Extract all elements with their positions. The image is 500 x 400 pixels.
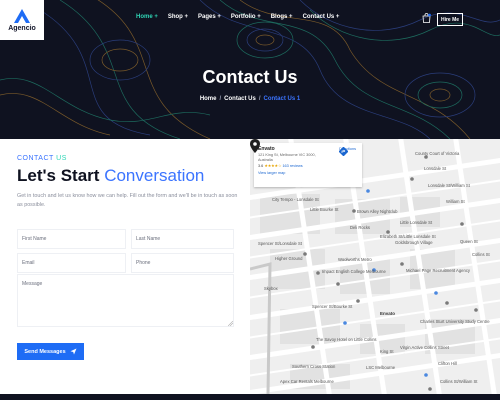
map-label: County Court of Victoria [415, 151, 460, 156]
heading-part-1: Let's Start [17, 166, 105, 185]
map-label: Lonsdale St [424, 166, 447, 171]
map-label: The Savoy Hotel on Little Collins [316, 337, 377, 342]
directions-button[interactable]: Directions [339, 147, 356, 156]
map-label: Goldsbrough Village [395, 240, 433, 245]
map-label: Collins St/William St [440, 379, 478, 384]
map-label: Brown Alley Nightclub [357, 209, 398, 214]
brand-name: Agencio [8, 25, 36, 32]
map-label: Little Lonsdale St [400, 220, 433, 225]
map-label: Collins St [472, 252, 490, 257]
map-label: Virgin Active Collins Street [400, 345, 450, 350]
pin-label: Envato [380, 311, 396, 316]
map-label: Lonsdale St/William St [428, 183, 470, 188]
map-label: Southern Cross Station [292, 364, 336, 369]
eyebrow-part-1: CONTACT [17, 155, 54, 162]
breadcrumb-separator: / [219, 96, 222, 102]
nav-item-contact[interactable]: Contact Us + [303, 14, 340, 20]
breadcrumb-current: Contact Us 1 [263, 96, 301, 102]
section-eyebrow: CONTACT US [17, 155, 67, 162]
resize-handle-icon[interactable] [228, 321, 233, 326]
nav-item-shop[interactable]: Shop + [168, 14, 188, 20]
shopping-bag-icon[interactable] [422, 13, 431, 23]
first-name-field[interactable]: First Name [17, 229, 126, 249]
heading-accent: Conversation [104, 166, 205, 185]
map-label: Queen St [460, 239, 478, 244]
view-larger-map-link[interactable]: View larger map [258, 171, 358, 175]
map-label: Impact English College Melbourne [322, 269, 386, 274]
map-label: Higher Ground [275, 256, 303, 261]
intro-text: Get in touch and let us know how we can … [17, 193, 238, 208]
hire-me-button[interactable]: Hire Me [437, 13, 463, 26]
map-label: Elizabeth St/Little Lonsdale St [380, 234, 436, 239]
nav-item-home[interactable]: Home + [136, 14, 158, 20]
map-label: King St [380, 349, 394, 354]
eyebrow-part-2: US [53, 155, 67, 162]
rating-value: 3.6 [258, 164, 264, 169]
map-label: Michael Page Recruitment Agency [406, 268, 471, 273]
phone-field[interactable]: Phone [131, 253, 234, 273]
breadcrumb-separator: / [258, 96, 261, 102]
map-label: Skybox [264, 286, 278, 291]
brand-logo[interactable]: Agencio [0, 0, 44, 40]
message-field[interactable]: Message [17, 274, 234, 327]
map-label: Woolworths Metro [338, 257, 372, 262]
map-label: Deli Rocks [350, 225, 371, 230]
map-label: William St [446, 199, 465, 204]
last-name-field[interactable]: Last Name [131, 229, 234, 249]
breadcrumb-contact[interactable]: Contact Us [224, 96, 256, 102]
map-label: Spencer St/Bourke St [312, 304, 353, 309]
map-label: Spencer St/Lonsdale St [258, 241, 302, 246]
nav-item-pages[interactable]: Pages + [198, 14, 221, 20]
email-field[interactable]: Email [17, 253, 126, 273]
page-title: Contact Us [202, 67, 298, 87]
map-label: Apex Car Rentals Melbourne [280, 379, 334, 384]
map-label: City Tempo - Lonsdale St [272, 197, 319, 202]
map-label: Little Bourke St [310, 207, 339, 212]
breadcrumb-home[interactable]: Home [200, 96, 217, 102]
location-pin-icon[interactable] [250, 139, 260, 153]
send-messages-button[interactable]: Send Messages [17, 343, 84, 360]
paper-plane-icon [70, 348, 77, 355]
rating-stars: ★★★★☆ [264, 164, 282, 169]
map-place-card: Envato 121 King St, Melbourne VIC 3000, … [254, 143, 362, 187]
embedded-map[interactable]: County Court of Victoria Lonsdale St Lon… [250, 139, 500, 394]
map-label: LSC Melbourne [366, 365, 396, 370]
send-button-label: Send Messages [24, 348, 66, 355]
nav-item-portfolio[interactable]: Portfolio + [231, 14, 261, 20]
breadcrumb: Home / Contact Us / Contact Us 1 [0, 96, 500, 102]
nav-item-blogs[interactable]: Blogs + [271, 14, 293, 20]
reviews-link[interactable]: 163 reviews [282, 164, 302, 168]
place-address: 121 King St, Melbourne VIC 3000, Austral… [258, 153, 316, 162]
map-label: Clifton Hill [438, 361, 457, 366]
map-label: Charles Sturt University Study Centre [420, 319, 490, 324]
logo-mark-icon [14, 9, 30, 23]
place-rating: 3.6 ★★★★☆ 163 reviews [258, 163, 358, 168]
main-nav: Home + Shop + Pages + Portfolio + Blogs … [136, 14, 339, 20]
section-heading: Let's Start Conversation [17, 166, 204, 186]
footer-edge [0, 394, 500, 400]
directions-icon [339, 147, 349, 156]
hero-banner: Agencio Home + Shop + Pages + Portfolio … [0, 0, 500, 139]
